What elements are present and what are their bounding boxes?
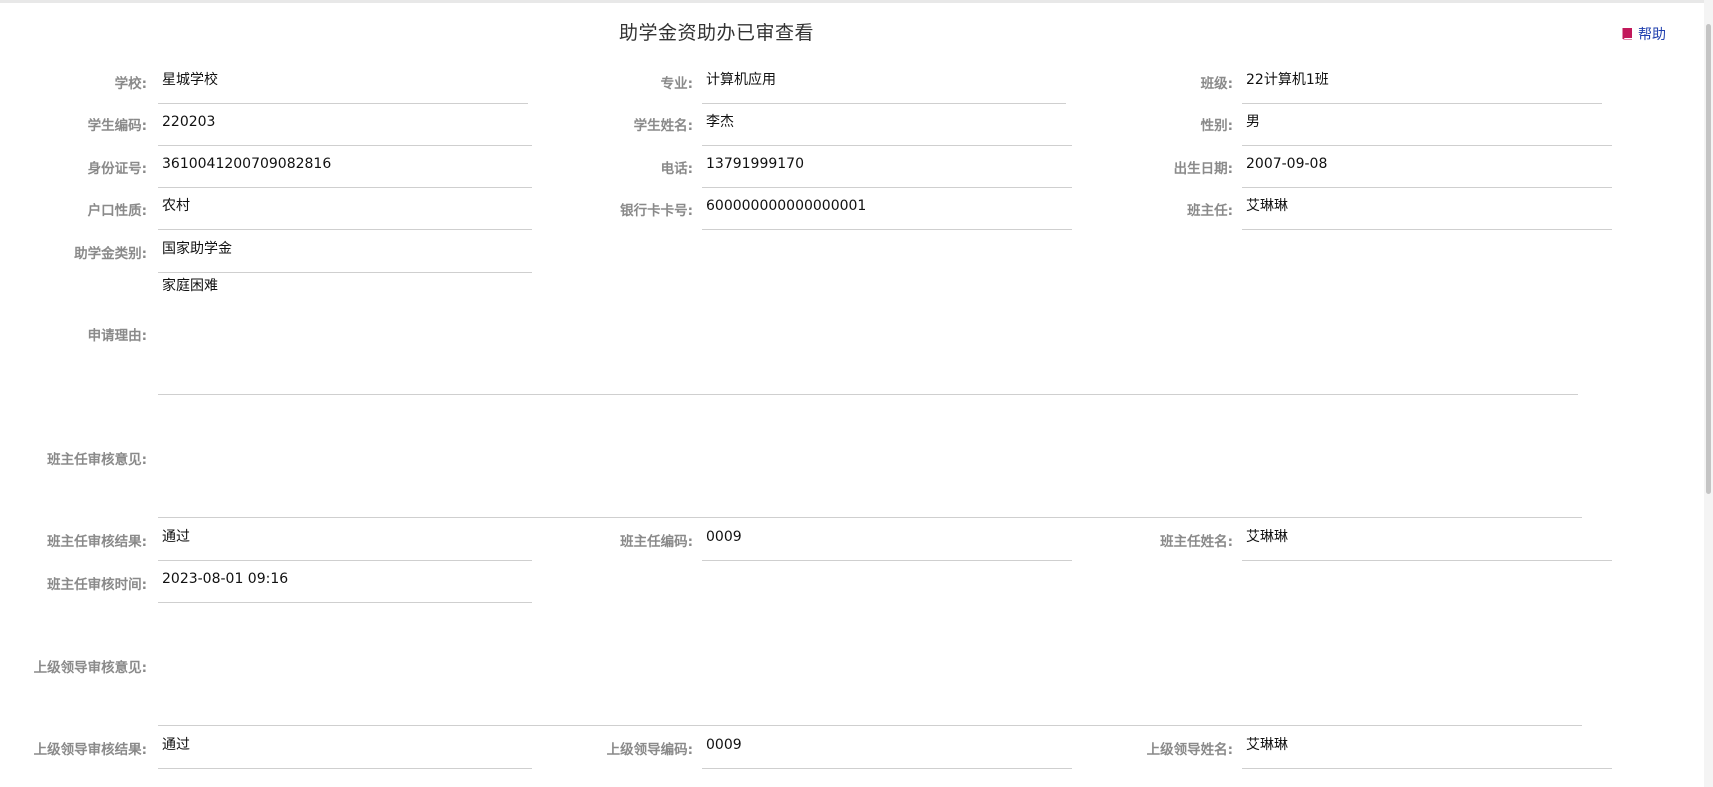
leader-opinion-label: 上级领导审核意见:	[33, 660, 147, 676]
phone-label: 电话:	[660, 161, 693, 177]
hukou-field: 农村	[158, 194, 532, 230]
id-number-field: 361004120070908281​6	[158, 152, 532, 188]
leader-code-label: 上级领导编码:	[606, 742, 693, 758]
teacher-name-label: 班主任姓名:	[1160, 534, 1233, 550]
page-title: 助学金资助办已审查看	[618, 22, 814, 44]
teacher-result-field: 通过	[158, 525, 532, 561]
birth-date-field: 2007-09-08	[1242, 152, 1612, 188]
teacher-code-field: 0009	[702, 525, 1072, 561]
birth-date-label: 出生日期:	[1173, 161, 1233, 177]
bank-card-field: 600000000000000001	[702, 194, 1072, 230]
bank-card-label: 银行卡卡号:	[620, 203, 693, 219]
major-field: 计算机应用	[702, 68, 1066, 104]
major-label: 专业:	[660, 76, 693, 92]
class-field: 22计算机1班	[1242, 68, 1602, 104]
grant-type-label: 助学金类别:	[74, 246, 147, 262]
vertical-scrollbar[interactable]	[1704, 0, 1713, 787]
teacher-name-field: 艾琳琳	[1242, 525, 1612, 561]
help-link[interactable]: 帮助	[1622, 24, 1666, 44]
book-icon	[1622, 28, 1632, 40]
teacher-code-label: 班主任编码:	[620, 534, 693, 550]
teacher-opinion-field	[158, 400, 1582, 518]
id-number-label: 身份证号:	[87, 161, 147, 177]
head-teacher-label: 班主任:	[1187, 203, 1233, 219]
leader-name-label: 上级领导姓名:	[1146, 742, 1233, 758]
head-teacher-field: 艾琳琳	[1242, 194, 1612, 230]
top-border	[0, 0, 1713, 3]
phone-field: 13791999170	[702, 152, 1072, 188]
leader-code-field: 0009	[702, 733, 1072, 769]
leader-opinion-field	[158, 610, 1582, 726]
student-name-label: 学生姓名:	[633, 118, 693, 134]
hukou-label: 户口性质:	[87, 203, 147, 219]
school-label: 学校:	[114, 76, 147, 92]
student-code-label: 学生编码:	[87, 118, 147, 134]
leader-result-field: 通过	[158, 733, 532, 769]
help-label: 帮助	[1638, 27, 1666, 43]
reason-text: 家庭困难	[162, 278, 218, 294]
reason-field: 家庭困难	[158, 273, 1578, 395]
gender-label: 性别:	[1200, 118, 1233, 134]
student-code-field: 220203	[158, 110, 532, 146]
scrollbar-thumb[interactable]	[1706, 24, 1711, 494]
teacher-time-label: 班主任审核时间:	[47, 577, 147, 593]
school-field: 星城学校	[158, 68, 528, 104]
grant-type-field: 国家助学金	[158, 237, 532, 273]
teacher-result-label: 班主任审核结果:	[47, 534, 147, 550]
class-label: 班级:	[1200, 76, 1233, 92]
gender-field: 男	[1242, 110, 1612, 146]
teacher-opinion-label: 班主任审核意见:	[47, 452, 147, 468]
leader-name-field: 艾琳琳	[1242, 733, 1612, 769]
leader-result-label: 上级领导审核结果:	[33, 742, 147, 758]
student-name-field: 李杰	[702, 110, 1072, 146]
reason-label: 申请理由:	[87, 328, 147, 344]
teacher-time-field: 2023-08-01 09:16	[158, 567, 532, 603]
